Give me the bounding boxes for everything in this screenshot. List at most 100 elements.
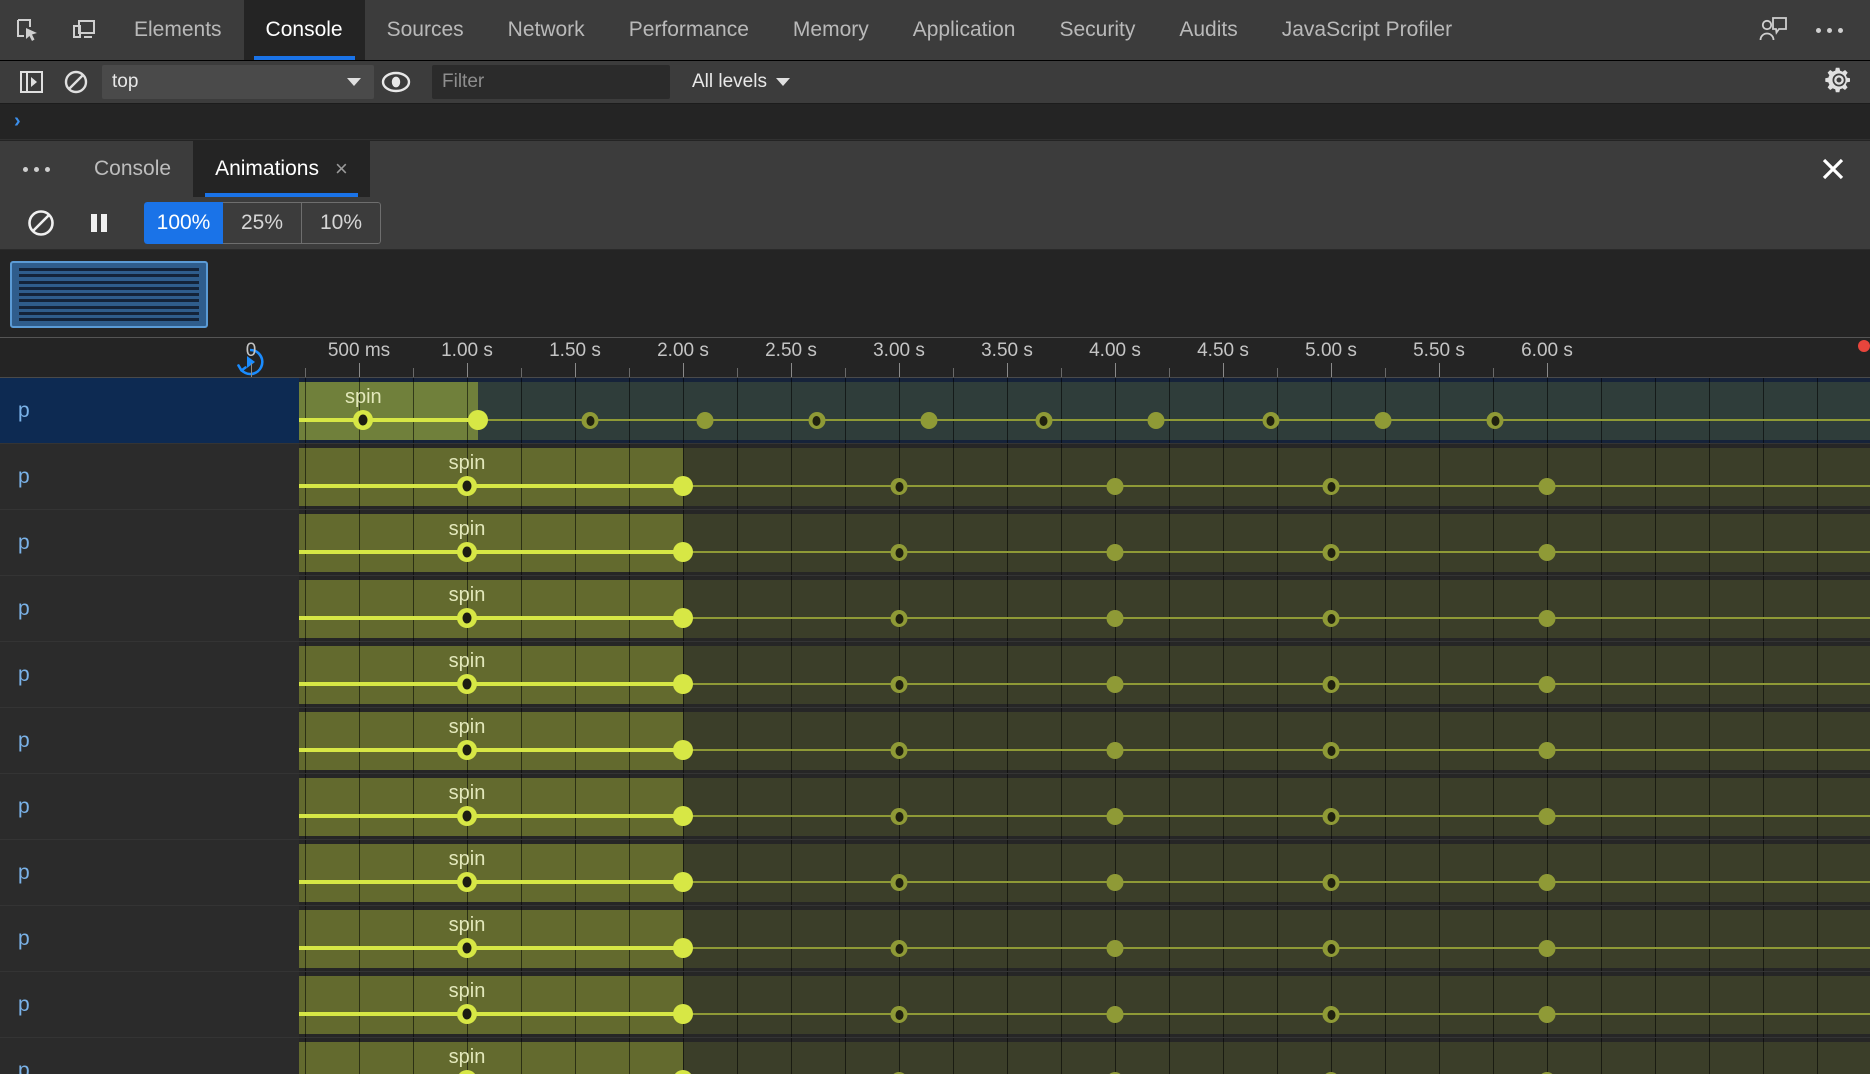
- animation-keyframe-repeat[interactable]: [1538, 676, 1556, 693]
- filter-input[interactable]: Filter: [432, 65, 670, 99]
- animation-row-track[interactable]: spin: [299, 906, 1870, 971]
- main-menu-icon[interactable]: [1806, 7, 1852, 53]
- animation-keyframe-repeat[interactable]: [1106, 808, 1124, 825]
- animation-keyframe-repeat[interactable]: [1538, 940, 1556, 957]
- animation-keyframe[interactable]: [673, 608, 693, 628]
- animation-row[interactable]: p spin: [0, 1038, 1870, 1074]
- animation-keyframe-repeat[interactable]: [1106, 742, 1124, 759]
- animation-keyframe-repeat[interactable]: [581, 412, 599, 429]
- animation-keyframe-repeat[interactable]: [1147, 412, 1165, 429]
- animation-row-node-name[interactable]: p: [0, 378, 299, 443]
- animation-row[interactable]: p spin: [0, 378, 1870, 444]
- animation-row-track[interactable]: spin: [299, 576, 1870, 641]
- animation-keyframe-repeat[interactable]: [920, 412, 938, 429]
- animation-keyframe-repeat[interactable]: [890, 478, 908, 495]
- animation-keyframe[interactable]: [457, 938, 477, 958]
- animation-keyframe-repeat[interactable]: [1322, 478, 1340, 495]
- animation-keyframe-repeat[interactable]: [890, 742, 908, 759]
- tab-application[interactable]: Application: [891, 0, 1038, 60]
- animation-keyframe-repeat[interactable]: [1106, 610, 1124, 627]
- animation-row-node-name[interactable]: p: [0, 906, 299, 971]
- animation-keyframe-repeat[interactable]: [1538, 1006, 1556, 1023]
- animation-keyframe-repeat[interactable]: [1538, 808, 1556, 825]
- animation-keyframe[interactable]: [457, 608, 477, 628]
- console-prompt-row[interactable]: ›: [0, 104, 1870, 140]
- animation-row[interactable]: p spin: [0, 774, 1870, 840]
- clear-animations-icon[interactable]: [12, 201, 70, 245]
- animation-row-track[interactable]: spin: [299, 972, 1870, 1037]
- animation-row[interactable]: p spin: [0, 642, 1870, 708]
- drawer-tab-console[interactable]: Console: [72, 141, 193, 197]
- animation-keyframe[interactable]: [673, 872, 693, 892]
- animation-row[interactable]: p spin: [0, 906, 1870, 972]
- tab-performance[interactable]: Performance: [607, 0, 771, 60]
- speed-10[interactable]: 10%: [302, 202, 381, 244]
- animation-keyframe-repeat[interactable]: [1322, 808, 1340, 825]
- clear-console-icon[interactable]: [54, 64, 98, 100]
- console-sidebar-toggle-icon[interactable]: [10, 64, 54, 100]
- animation-keyframe-repeat[interactable]: [890, 610, 908, 627]
- animation-keyframe-repeat[interactable]: [1035, 412, 1053, 429]
- animation-keyframe-repeat[interactable]: [1106, 1006, 1124, 1023]
- js-context-select[interactable]: top: [102, 65, 374, 99]
- animation-row-node-name[interactable]: p: [0, 1038, 299, 1074]
- pause-all-icon[interactable]: [70, 201, 128, 245]
- animation-keyframe[interactable]: [457, 740, 477, 760]
- animation-row-track[interactable]: spin: [299, 840, 1870, 905]
- animation-keyframe[interactable]: [673, 476, 693, 496]
- tab-console[interactable]: Console: [243, 0, 365, 60]
- animation-keyframe-repeat[interactable]: [1106, 544, 1124, 561]
- animation-row-track[interactable]: spin: [299, 774, 1870, 839]
- animation-keyframe[interactable]: [457, 806, 477, 826]
- animation-keyframe-repeat[interactable]: [1106, 676, 1124, 693]
- speed-25[interactable]: 25%: [223, 202, 302, 244]
- animation-keyframe-repeat[interactable]: [890, 940, 908, 957]
- animation-row-node-name[interactable]: p: [0, 708, 299, 773]
- animation-keyframe-repeat[interactable]: [1322, 610, 1340, 627]
- animation-keyframe-repeat[interactable]: [1538, 610, 1556, 627]
- animation-keyframe-repeat[interactable]: [1106, 874, 1124, 891]
- animation-keyframe[interactable]: [457, 674, 477, 694]
- animation-keyframe-repeat[interactable]: [890, 874, 908, 891]
- feedback-icon[interactable]: [1750, 7, 1796, 53]
- drawer-tab-close-icon[interactable]: ×: [335, 158, 348, 180]
- animation-keyframe-repeat[interactable]: [1322, 1006, 1340, 1023]
- speed-100[interactable]: 100%: [144, 202, 223, 244]
- animation-keyframe[interactable]: [673, 740, 693, 760]
- tab-audits[interactable]: Audits: [1157, 0, 1259, 60]
- animation-group-thumbnail[interactable]: [10, 261, 208, 328]
- animation-keyframe-repeat[interactable]: [1374, 412, 1392, 429]
- animation-keyframe-repeat[interactable]: [696, 412, 714, 429]
- animation-keyframe-repeat[interactable]: [1322, 940, 1340, 957]
- animation-row-track[interactable]: spin: [299, 708, 1870, 773]
- animation-keyframe-repeat[interactable]: [1106, 940, 1124, 957]
- animation-keyframe[interactable]: [457, 872, 477, 892]
- timeline-ruler[interactable]: 0 500 ms 1.00 s 1.50 s 2.00 s 2.50 s 3.00 s 3.5…: [0, 337, 1870, 378]
- animation-keyframe-repeat[interactable]: [1538, 874, 1556, 891]
- animation-keyframe-repeat[interactable]: [1106, 478, 1124, 495]
- animation-keyframe-repeat[interactable]: [1322, 544, 1340, 561]
- drawer-tab-animations[interactable]: Animations ×: [193, 141, 370, 197]
- animation-keyframe[interactable]: [457, 1004, 477, 1024]
- animation-keyframe-repeat[interactable]: [890, 808, 908, 825]
- animation-row[interactable]: p spin: [0, 840, 1870, 906]
- animation-row-node-name[interactable]: p: [0, 972, 299, 1037]
- animation-keyframe-repeat[interactable]: [1538, 478, 1556, 495]
- animation-keyframe[interactable]: [673, 806, 693, 826]
- tab-sources[interactable]: Sources: [365, 0, 486, 60]
- animation-keyframe[interactable]: [673, 1004, 693, 1024]
- tab-elements[interactable]: Elements: [112, 0, 244, 60]
- animation-keyframe[interactable]: [673, 938, 693, 958]
- animation-keyframe-repeat[interactable]: [890, 1006, 908, 1023]
- animation-keyframe-repeat[interactable]: [1322, 874, 1340, 891]
- animation-keyframe[interactable]: [467, 410, 488, 430]
- animation-row-track[interactable]: spin: [299, 642, 1870, 707]
- animation-row-track[interactable]: spin: [299, 1038, 1870, 1074]
- animation-keyframe-repeat[interactable]: [890, 676, 908, 693]
- animation-row-track[interactable]: spin: [299, 510, 1870, 575]
- animation-row[interactable]: p spin: [0, 510, 1870, 576]
- drawer-more-tabs-icon[interactable]: [0, 141, 72, 197]
- animation-row-track[interactable]: spin: [299, 378, 1870, 443]
- tab-security[interactable]: Security: [1037, 0, 1157, 60]
- animation-keyframe-repeat[interactable]: [1538, 742, 1556, 759]
